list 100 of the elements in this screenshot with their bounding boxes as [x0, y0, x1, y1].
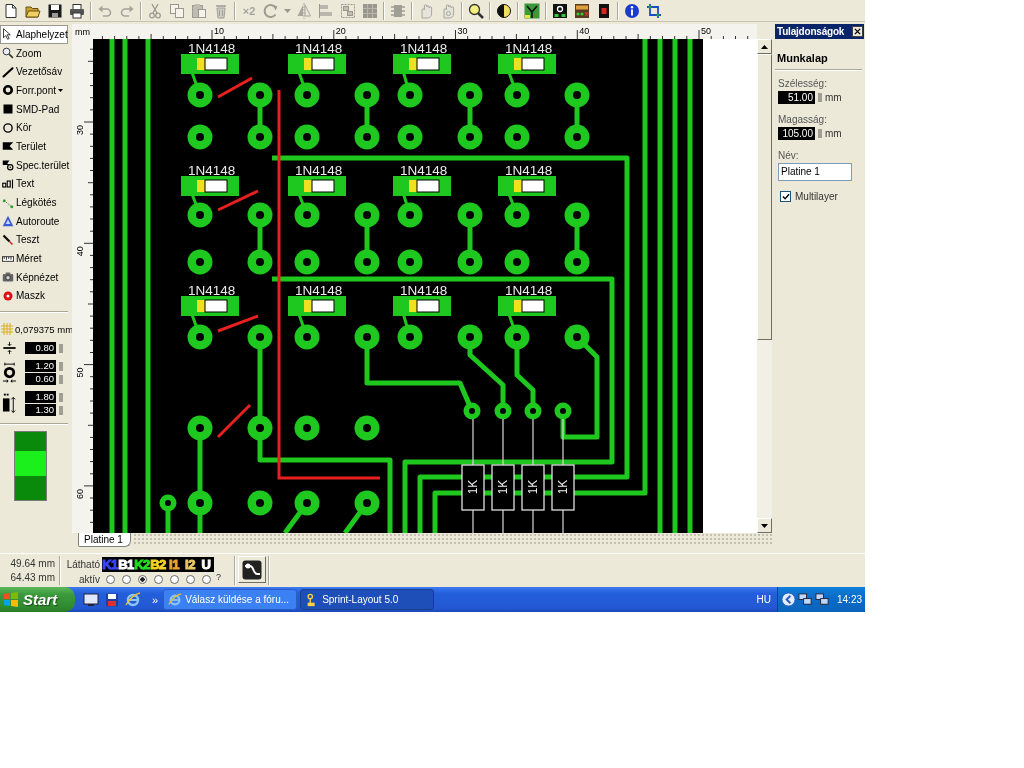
chevron-icon[interactable]	[781, 592, 796, 607]
radio-button[interactable]	[153, 575, 163, 584]
close-icon	[854, 28, 861, 35]
text-cursor-icon	[2, 177, 14, 190]
sheet-tab[interactable]: Platine 1	[78, 533, 131, 547]
component-label: 1N4148	[295, 163, 343, 178]
tool-button[interactable]: Vezetősáv	[0, 62, 68, 82]
tool-button[interactable]: Autoroute	[0, 211, 68, 231]
component-label: 1N4148	[505, 41, 553, 56]
scroll-down-button[interactable]	[757, 518, 772, 533]
tool-button[interactable]: SMD-Pad	[0, 99, 68, 119]
layer-toggle[interactable]: I2	[182, 557, 198, 572]
line-icon	[2, 65, 14, 78]
tool-button[interactable]: Zoom	[0, 43, 68, 63]
field-label: Név:	[778, 150, 799, 161]
component-label: 1N4148	[188, 41, 236, 56]
radio-button[interactable]	[201, 575, 211, 584]
layer-toggle[interactable]: B2	[150, 557, 166, 572]
probe-icon	[2, 233, 14, 246]
ruler-unit: mm	[75, 26, 90, 37]
track-width-icon	[2, 341, 17, 356]
component-label: 1N4148	[505, 283, 553, 298]
component-label: 1N4148	[295, 41, 343, 56]
radio-button[interactable]	[121, 575, 131, 584]
tool-button[interactable]: Maszk	[0, 286, 68, 306]
layer-toggle[interactable]: K2	[134, 557, 150, 572]
tool-button[interactable]: Spec.terület	[0, 155, 68, 175]
taskbar-button[interactable]: Sprint-Layout 5.0	[300, 589, 435, 610]
scrollbar-thumb[interactable]	[757, 54, 772, 340]
desktop-icon[interactable]	[83, 591, 99, 608]
layer-toggle[interactable]: U	[198, 557, 214, 572]
radio-button[interactable]	[185, 575, 195, 584]
magnifier-icon	[2, 47, 14, 60]
spin-icon	[59, 393, 63, 403]
down-arrow-icon	[761, 523, 768, 528]
y-coordinate: 64.43 mm	[10, 572, 55, 583]
tool-button[interactable]: Alaphelyzet	[0, 25, 68, 44]
name-field[interactable]: Platine 1	[778, 163, 852, 181]
ruler-label: 60	[75, 488, 85, 499]
layer-toggle[interactable]: K1	[102, 557, 118, 572]
info-icon	[624, 2, 640, 19]
contrast-icon	[496, 2, 512, 19]
spin-icon	[818, 129, 822, 138]
component-label: 1K	[496, 479, 510, 495]
active-label: aktív	[77, 574, 100, 585]
pad-tool-button[interactable]	[238, 556, 266, 583]
browser-icon[interactable]	[125, 591, 141, 608]
board-test-icon	[552, 2, 568, 19]
pad-inner-field[interactable]: 0.60	[25, 373, 56, 386]
tool-button[interactable]: Text	[0, 174, 68, 194]
tool-button[interactable]: Forr.pont	[0, 81, 68, 100]
unit-label: mm	[825, 128, 842, 139]
more-button[interactable]: »	[150, 593, 161, 606]
panel-title: Tulajdonságok	[777, 26, 845, 37]
scroll-up-button[interactable]	[757, 39, 772, 54]
ruler-label: 40	[579, 26, 590, 36]
close-button[interactable]	[852, 26, 863, 37]
pad-outer-field[interactable]: 1.20	[25, 360, 56, 373]
network-icon[interactable]	[798, 592, 813, 607]
area-icon	[2, 140, 14, 153]
grid-icon	[1, 322, 13, 337]
language-indicator[interactable]: HU	[756, 594, 771, 605]
camera-icon	[2, 271, 14, 284]
smd-height-field[interactable]: 1.30	[25, 404, 56, 417]
help-mark[interactable]: ?	[216, 561, 230, 582]
tool-button[interactable]: Teszt	[0, 230, 68, 250]
align-icon	[318, 2, 334, 19]
checkbox[interactable]	[780, 191, 791, 202]
component-label: 1K	[466, 479, 480, 495]
tool-button[interactable]: Terület	[0, 137, 68, 156]
tool-button[interactable]: Légkötés	[0, 193, 68, 212]
tool-button[interactable]: Méret	[0, 249, 68, 268]
track-width-field[interactable]: 0.80	[25, 341, 56, 354]
start-button[interactable]: Start	[0, 587, 75, 612]
browser-icon	[168, 592, 183, 607]
grid-icon	[362, 2, 378, 19]
radio-button[interactable]	[169, 575, 179, 584]
spin-icon	[59, 343, 63, 353]
radio-button[interactable]	[105, 575, 115, 584]
spin-icon	[59, 375, 63, 385]
taskbar-button[interactable]: Válasz küldése a fóru...	[163, 589, 298, 610]
layer-toggle[interactable]: B1	[118, 557, 134, 572]
spin-icon	[59, 406, 63, 416]
width-field[interactable]: 51.00	[778, 91, 815, 104]
radio-button[interactable]	[137, 575, 147, 584]
hand-icon	[418, 2, 434, 19]
checkbox-label: Multilayer	[795, 191, 838, 202]
floppy-icon[interactable]	[104, 591, 120, 608]
tool-button[interactable]: Kör	[0, 118, 68, 138]
smd-width-field[interactable]: 1.80	[25, 391, 56, 404]
network-icon[interactable]	[815, 592, 830, 607]
triangle-icon	[2, 215, 14, 228]
layer-toggle[interactable]: I1	[166, 557, 182, 572]
height-field[interactable]: 105.00	[778, 127, 815, 140]
field-label: Magasság:	[778, 114, 827, 125]
tool-button[interactable]: Képnézet	[0, 267, 68, 287]
mirror-icon	[296, 2, 312, 19]
component-label: 1N4148	[400, 41, 448, 56]
chip-icon	[390, 2, 406, 19]
up-arrow-icon	[761, 44, 768, 49]
